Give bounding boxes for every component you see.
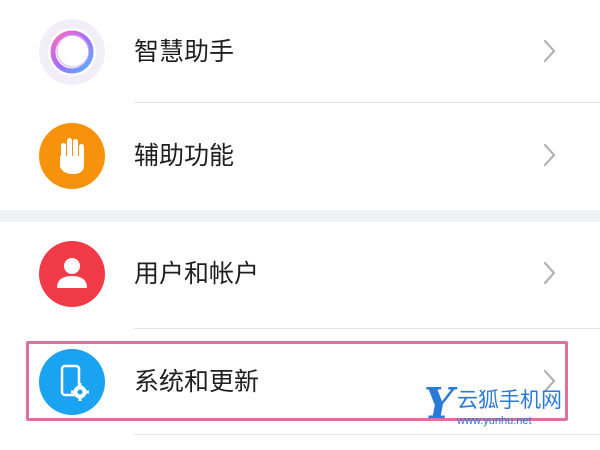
- settings-group-1: 智慧助手 辅助功能: [0, 0, 600, 210]
- hand-icon: [39, 123, 105, 189]
- smart-assistant-icon: [39, 19, 105, 85]
- watermark-logo: Y: [424, 379, 454, 428]
- settings-item-accessibility[interactable]: 辅助功能: [0, 104, 600, 208]
- section-gap: [0, 210, 600, 222]
- user-icon: [39, 241, 105, 307]
- chevron-right-icon: [543, 39, 556, 63]
- settings-item-smart-assistant[interactable]: 智慧助手: [0, 0, 600, 104]
- settings-item-label: 辅助功能: [134, 141, 235, 170]
- watermark-url: www.yunhu.net: [457, 415, 532, 427]
- settings-item-label: 用户和帐户: [134, 259, 260, 288]
- settings-item-users-accounts[interactable]: 用户和帐户: [0, 222, 600, 326]
- settings-item-label: 智慧助手: [134, 37, 235, 66]
- watermark-name: 云狐手机网: [457, 388, 562, 412]
- watermark: Y 云狐手机网 www.yunhu.net: [424, 382, 600, 436]
- divider: [134, 328, 600, 329]
- chevron-right-icon: [543, 261, 556, 285]
- divider: [134, 102, 600, 103]
- chevron-right-icon: [543, 143, 556, 167]
